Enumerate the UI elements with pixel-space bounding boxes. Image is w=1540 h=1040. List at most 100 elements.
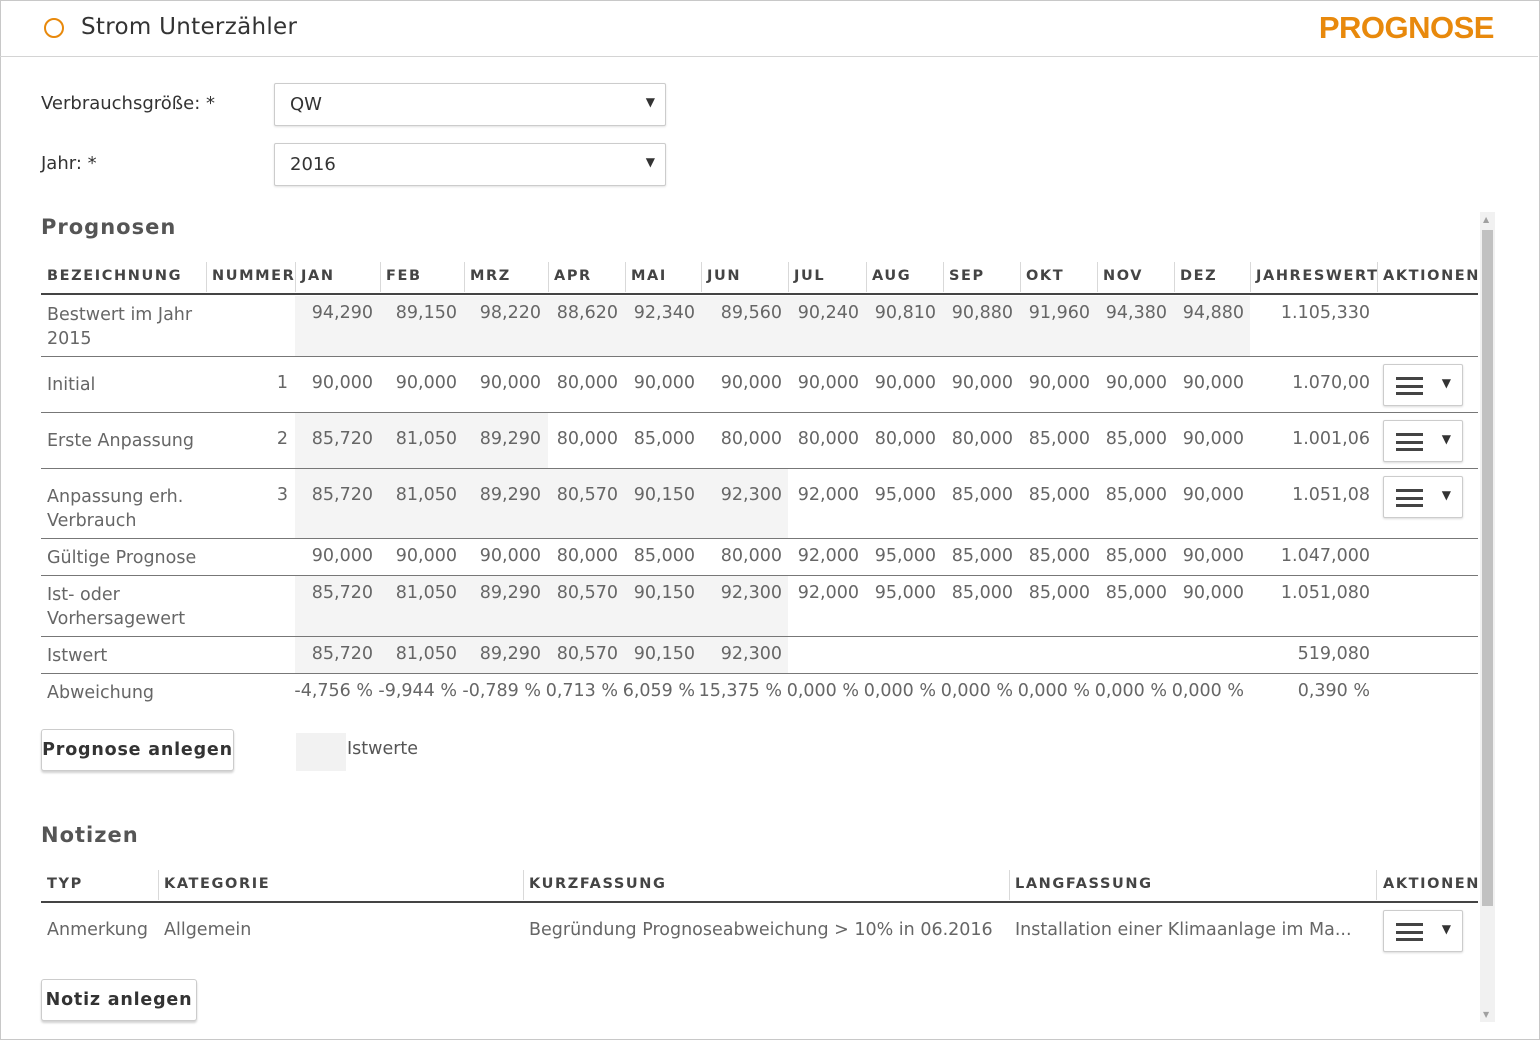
note-actions-menu-button[interactable]: ▼: [1383, 910, 1463, 952]
column-separator: [788, 262, 789, 292]
month-value: 81,050: [395, 485, 457, 505]
month-value: 90,150: [633, 644, 695, 664]
row-label: Anpassung erh. Verbrauch: [47, 487, 184, 531]
hamburger-icon: [1396, 489, 1423, 507]
month-value: 92,300: [720, 644, 782, 664]
annual-value: 1.051,08: [1292, 485, 1370, 505]
column-separator: [1174, 262, 1175, 292]
verbrauch-value: QW: [290, 94, 322, 115]
column-separator: [158, 870, 159, 900]
row-actions-menu-button[interactable]: ▼: [1383, 476, 1463, 518]
column-header: OKT: [1026, 268, 1065, 284]
annual-value: 1.051,080: [1280, 583, 1370, 603]
hamburger-icon: [1396, 377, 1423, 395]
column-header: JAHRESWERT: [1256, 268, 1379, 284]
chevron-down-icon: ▼: [645, 95, 655, 109]
hamburger-icon: [1396, 433, 1423, 451]
annual-value: 1.105,330: [1280, 303, 1370, 323]
brand-label: PROGNOSE: [1318, 10, 1495, 45]
month-value: 85,720: [311, 429, 373, 449]
note-type: Anmerkung: [47, 920, 148, 940]
month-value: 85,720: [311, 485, 373, 505]
row-label: Abweichung: [47, 683, 155, 703]
chevron-down-icon: ▼: [1441, 376, 1451, 390]
notiz-anlegen-button[interactable]: Notiz anlegen: [41, 979, 197, 1021]
scroll-up-icon[interactable]: ▲: [1483, 215, 1489, 224]
column-header: AKTIONEN: [1383, 876, 1481, 892]
header-divider: [41, 901, 1478, 903]
month-value: -9,944 %: [378, 681, 457, 701]
month-value: 81,050: [395, 644, 457, 664]
column-header: MRZ: [470, 268, 511, 284]
column-header: MAI: [631, 268, 667, 284]
verbrauch-label: Verbrauchsgröße: *: [41, 93, 215, 114]
note-category: Allgemein: [164, 920, 252, 940]
jahr-value: 2016: [290, 154, 336, 175]
annual-value: 0,390 %: [1297, 681, 1370, 701]
month-value: 90,000: [1182, 373, 1244, 393]
annual-value: 1.001,06: [1292, 429, 1370, 449]
row-label: Istwert: [47, 646, 108, 666]
annual-value: 519,080: [1297, 644, 1370, 664]
column-header: DEZ: [1180, 268, 1218, 284]
row-divider: [41, 412, 1478, 413]
column-header: FEB: [386, 268, 422, 284]
prognose-anlegen-button[interactable]: Prognose anlegen: [41, 729, 234, 771]
month-value: 94,880: [1182, 303, 1244, 323]
row-number: 2: [276, 429, 288, 449]
column-header: APR: [554, 268, 592, 284]
header-divider: [41, 293, 1478, 295]
month-value: 90,000: [1182, 583, 1244, 603]
column-header: JUL: [794, 268, 826, 284]
row-label: Erste Anpassung: [47, 431, 194, 451]
column-header: AKTIONEN: [1383, 268, 1481, 284]
column-header: NOV: [1103, 268, 1144, 284]
month-value: -4,756 %: [294, 681, 373, 701]
month-value: 0,000 %: [1171, 681, 1244, 701]
column-header: NUMMER: [212, 268, 296, 284]
column-separator: [548, 262, 549, 292]
column-separator: [1250, 262, 1251, 292]
verbrauch-select[interactable]: QW ▼: [274, 83, 666, 126]
month-value: 90,150: [633, 485, 695, 505]
month-value: 6,059 %: [622, 681, 695, 701]
month-value: 85,720: [311, 644, 373, 664]
circle-icon: [44, 18, 64, 38]
column-separator: [523, 870, 524, 900]
month-value: 94,290: [311, 303, 373, 323]
annual-value: 1.047,000: [1280, 546, 1370, 566]
row-actions-menu-button[interactable]: ▼: [1383, 420, 1463, 462]
column-header: LANGFASSUNG: [1015, 876, 1153, 892]
page-header: Strom Unterzähler PROGNOSE: [0, 0, 1538, 57]
month-value: 90,000: [311, 546, 373, 566]
column-separator: [1009, 870, 1010, 900]
hamburger-icon: [1396, 923, 1423, 941]
row-number: 3: [276, 485, 288, 505]
month-value: 85,000: [633, 546, 695, 566]
chevron-down-icon: ▼: [1441, 432, 1451, 446]
chevron-down-icon: ▼: [645, 155, 655, 169]
month-value: 90,000: [395, 373, 457, 393]
month-value: 90,150: [633, 583, 695, 603]
row-actions-menu-button[interactable]: ▼: [1383, 364, 1463, 406]
column-header: SEP: [949, 268, 985, 284]
month-value: 85,720: [311, 583, 373, 603]
scroll-thumb[interactable]: [1482, 230, 1493, 906]
jahr-select[interactable]: 2016 ▼: [274, 143, 666, 186]
column-separator: [1097, 262, 1098, 292]
column-separator: [206, 262, 207, 292]
column-header: JAN: [301, 268, 335, 284]
column-separator: [866, 262, 867, 292]
note-summary: Begründung Prognoseabweichung > 10% in 0…: [529, 920, 993, 940]
month-value: 90,000: [395, 546, 457, 566]
legend-swatch: [296, 733, 346, 771]
column-separator: [380, 262, 381, 292]
column-header: TYP: [47, 876, 83, 892]
notizen-title: Notizen: [41, 823, 139, 847]
month-value: 92,340: [633, 303, 695, 323]
row-label: Gültige Prognose: [47, 548, 197, 568]
scroll-down-icon[interactable]: ▼: [1483, 1010, 1489, 1019]
chevron-down-icon: ▼: [1441, 488, 1451, 502]
scrollbar[interactable]: ▲ ▼: [1480, 212, 1495, 1022]
month-value: 90,000: [1182, 546, 1244, 566]
